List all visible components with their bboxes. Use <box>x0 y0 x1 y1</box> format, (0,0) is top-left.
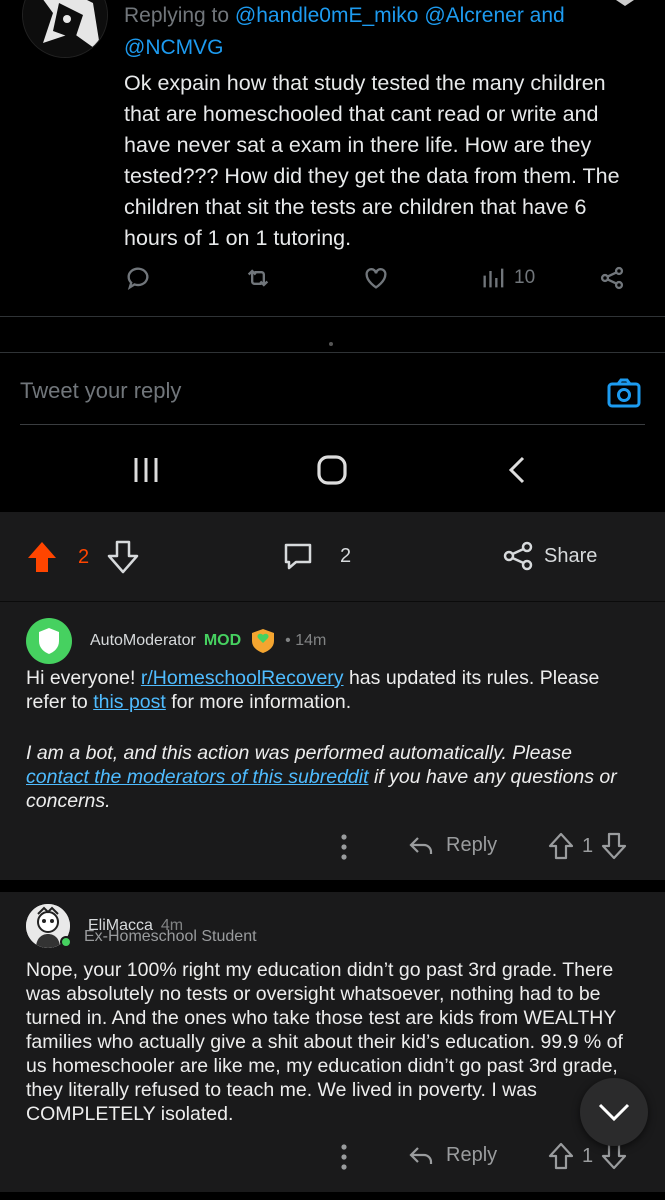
retweet-button[interactable] <box>244 264 272 292</box>
reply-label: Reply <box>446 1144 498 1166</box>
comment-separator <box>0 1192 665 1200</box>
android-nav-bar <box>0 428 665 512</box>
comment-actions: Reply 1 <box>0 828 665 868</box>
comment-actions: Reply 1 <box>0 1138 665 1178</box>
downvote-icon[interactable] <box>601 832 627 860</box>
like-button[interactable] <box>362 264 390 292</box>
chevron-down-icon <box>598 1103 630 1122</box>
replying-handles[interactable]: @handle0mE_miko @Alcrener and <box>235 4 565 27</box>
share-button[interactable] <box>598 264 626 292</box>
avatar[interactable] <box>22 0 108 58</box>
upvote-icon[interactable] <box>26 540 58 574</box>
reply-button[interactable] <box>124 264 152 292</box>
post-action-bar: 2 2 Share <box>0 512 665 602</box>
share-label: Share <box>544 544 598 567</box>
score: 1 <box>582 834 594 857</box>
views-count: 10 <box>514 267 536 288</box>
recents-icon <box>134 458 158 482</box>
upvote-count: 2 <box>78 545 90 568</box>
user-flair: Ex-Homeschool Student <box>84 928 257 945</box>
reply-arrow-icon <box>409 836 433 854</box>
tweet-text: Ok expain how that study tested the many… <box>124 71 620 250</box>
comment-icon <box>284 543 312 570</box>
home-icon <box>317 455 347 485</box>
back-button[interactable] <box>498 450 538 490</box>
divider <box>0 352 665 353</box>
online-status-indicator <box>60 936 72 948</box>
share-icon <box>600 266 624 290</box>
comment-separator <box>0 880 665 892</box>
tweet-screenshot: Replying to @handle0mE_miko @Alcrener an… <box>0 0 665 512</box>
reply-button[interactable]: Reply <box>408 1144 497 1167</box>
share-button[interactable]: Share <box>502 540 597 572</box>
comment-count: 2 <box>340 544 352 567</box>
divider <box>20 424 645 425</box>
replying-to: Replying to @handle0mE_miko @Alcrener an… <box>124 4 565 28</box>
camera-icon[interactable] <box>606 376 642 412</box>
subreddit-link[interactable]: r/HomeschoolRecovery <box>141 667 344 689</box>
reply-input[interactable]: Tweet your reply <box>20 378 181 404</box>
avatar[interactable] <box>26 618 72 664</box>
reply-button[interactable]: Reply <box>408 834 497 857</box>
comment-automoderator: AutoModerator MOD • 14m Hi everyone! r/H… <box>0 602 665 880</box>
reply-label: Reply <box>446 834 498 856</box>
views-button[interactable]: 10 <box>480 264 535 292</box>
replying-prefix: Replying to <box>124 4 235 27</box>
upvote-icon[interactable] <box>548 832 574 860</box>
comments-button[interactable]: 2 <box>282 540 351 572</box>
home-button[interactable] <box>312 450 352 490</box>
reply-arrow-icon <box>409 1146 433 1164</box>
comment-time: • 14m <box>285 632 327 649</box>
recents-button[interactable] <box>126 450 166 490</box>
retweet-icon <box>247 269 269 287</box>
share-icon <box>503 541 533 571</box>
triangle-icon <box>616 0 634 6</box>
upvote-icon[interactable] <box>548 1142 574 1170</box>
moderator-shield-icon <box>252 629 275 653</box>
comment-vote: 1 <box>548 1142 627 1170</box>
text-fragment: for more information. <box>165 691 352 713</box>
shield-icon <box>39 628 59 654</box>
mentioned-handle[interactable]: @NCMVG <box>124 36 223 60</box>
comment-author[interactable]: AutoModerator <box>90 632 196 650</box>
heart-icon <box>365 268 387 289</box>
comment-header: AutoModerator MOD • 14m <box>26 618 326 664</box>
back-icon <box>508 456 525 484</box>
text-fragment: I am a bot, and this action was performe… <box>26 742 572 764</box>
score: 1 <box>582 1144 594 1167</box>
more-options-icon[interactable] <box>334 1142 354 1172</box>
downvote-icon[interactable] <box>107 540 139 574</box>
more-options-icon[interactable] <box>334 832 354 862</box>
tweet-actions: 10 <box>0 264 665 304</box>
comment-icon <box>127 267 149 290</box>
contact-moderators-link[interactable]: contact the moderators of this subreddit <box>26 766 369 788</box>
downvote-icon[interactable] <box>601 1142 627 1170</box>
comment-vote: 1 <box>548 832 627 860</box>
comment-body: Nope, your 100% right my education didn’… <box>26 959 623 1125</box>
divider <box>0 316 665 317</box>
mod-badge: MOD <box>203 632 242 649</box>
comment-body: Hi everyone! r/HomeschoolRecovery has up… <box>26 666 636 714</box>
next-comment-button[interactable] <box>580 1078 648 1146</box>
bot-disclaimer: I am a bot, and this action was performe… <box>26 741 636 813</box>
analytics-icon <box>483 268 504 288</box>
vote-group: 2 <box>26 540 139 574</box>
comment-elimacca: EliMacca 4m Ex-Homeschool Student Nope, … <box>0 892 665 1192</box>
post-link[interactable]: this post <box>93 691 166 713</box>
drag-indicator <box>329 342 333 346</box>
text-fragment: Hi everyone! <box>26 667 141 689</box>
